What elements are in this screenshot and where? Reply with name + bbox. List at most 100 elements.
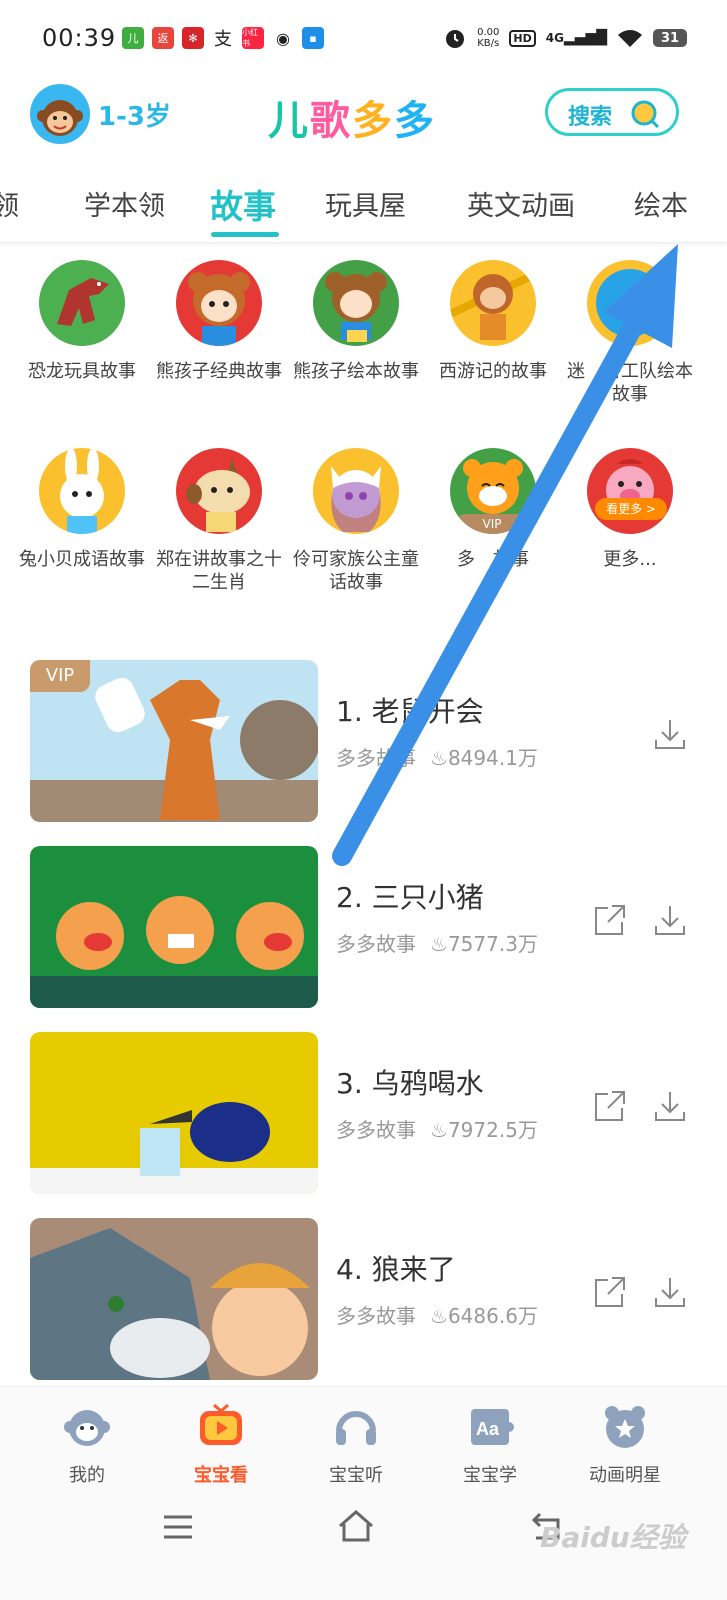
story-title[interactable]: 3. 乌鸦喝水 [336, 1062, 484, 1102]
category-rabbit-idiom-stories[interactable]: 兔小贝成语故事 [14, 448, 150, 571]
category-princess-fairy-tales[interactable]: 伶可家族公主童话故事 [288, 448, 424, 594]
story-source: 多多故事 [336, 1304, 416, 1328]
monkey-face-icon [64, 1410, 110, 1446]
bottom-navigation: 我的 宝宝看 宝宝听 Aa 宝宝学 动画明星 [0, 1386, 727, 1497]
download-icon[interactable] [652, 1088, 688, 1124]
category-bear-kids-picture-book[interactable]: 熊孩子绘本故事 [288, 260, 424, 383]
tab-english-animation[interactable]: 英文动画 [467, 184, 575, 223]
story-thumbnail[interactable] [30, 1032, 318, 1194]
system-icons: 0.00 KB/s HD 4G▂▄▆█ 31 [443, 26, 687, 50]
hd-icon: HD [509, 29, 536, 47]
headphones-icon [336, 1411, 376, 1445]
play-count: 6486.6万 [447, 1304, 538, 1328]
xiaohongshu-icon: 小红书 [242, 27, 264, 49]
list-item[interactable]: 3. 乌鸦喝水 多多故事 ♨7972.5万 [0, 1032, 727, 1194]
play-count: 7972.5万 [447, 1118, 538, 1142]
search-button[interactable]: 搜索 [545, 88, 679, 136]
story-source: 多多故事 [336, 1118, 416, 1142]
app-notification-icon: 儿 [122, 27, 144, 49]
category-agent-team-picture-book[interactable]: 迷 特工队绘本故事 [562, 260, 698, 406]
puzzle-icon: Aa [471, 1409, 514, 1445]
nav-baby-listen[interactable]: 宝宝听 [301, 1401, 411, 1487]
list-item[interactable]: 2. 三只小猪 多多故事 ♨7577.3万 [0, 846, 727, 1008]
app-header: 1-3岁 儿歌多多 搜索 [0, 78, 727, 158]
agent-character-icon [587, 260, 673, 346]
story-meta: 多多故事 ♨7972.5万 [336, 1114, 538, 1143]
tab-partial[interactable]: 领 [0, 184, 19, 223]
play-count-icon: ♨ [430, 932, 448, 956]
tab-stories[interactable]: 故事 [210, 180, 276, 228]
wifi-icon [618, 30, 642, 47]
download-icon[interactable] [652, 1274, 688, 1310]
play-count-icon: ♨ [430, 746, 448, 770]
list-item[interactable]: VIP 1. 老鼠开会 多多故事 ♨8494.1万 [0, 660, 727, 822]
signal-icon: 4G▂▄▆█ [545, 30, 607, 46]
category-dinosaur-toy-stories[interactable]: 恐龙玩具故事 [14, 260, 150, 383]
search-icon [631, 100, 660, 129]
share-icon[interactable] [592, 902, 628, 938]
category-journey-to-the-west[interactable]: 西游记的故事 [425, 260, 561, 383]
play-count: 8494.1万 [447, 746, 538, 770]
pig-icon: 看更多 > [587, 448, 673, 534]
category-duoduo-stories[interactable]: VIP 多 故事 [425, 448, 561, 571]
battery-icon: 31 [653, 29, 687, 47]
tab-toy-house[interactable]: 玩具屋 [325, 184, 406, 223]
category-more[interactable]: 看更多 > 更多... [562, 448, 698, 571]
story-title[interactable]: 2. 三只小猪 [336, 876, 484, 916]
age-range-selector[interactable]: 1-3岁 [98, 96, 171, 133]
play-count-icon: ♨ [430, 1304, 448, 1328]
play-count: 7577.3万 [447, 932, 538, 956]
tab-picture-books[interactable]: 绘本 [634, 184, 688, 223]
story-meta: 多多故事 ♨8494.1万 [336, 742, 538, 771]
home-icon[interactable] [336, 1508, 376, 1544]
category-tabs: 领 学本领 故事 玩具屋 英文动画 绘本 [0, 170, 727, 243]
app-notification-icon: 返 [152, 27, 174, 49]
story-source: 多多故事 [336, 746, 416, 770]
tv-play-icon [200, 1403, 242, 1445]
category-bear-kids-classic[interactable]: 熊孩子经典故事 [151, 260, 287, 383]
nav-baby-learn[interactable]: Aa 宝宝学 [435, 1401, 545, 1487]
net-speed: 0.00 KB/s [477, 27, 500, 49]
story-meta: 多多故事 ♨6486.6万 [336, 1300, 538, 1329]
rabbit-icon [39, 448, 125, 534]
share-icon[interactable] [592, 1274, 628, 1310]
nav-cartoon-stars[interactable]: 动画明星 [570, 1401, 680, 1487]
bear-kid-icon [176, 260, 262, 346]
download-icon[interactable] [652, 902, 688, 938]
status-bar: 00:39 儿 返 ✻ 支 小红书 ◉ ▪ 0.00 KB/s HD 4G▂▄▆█… [0, 0, 727, 78]
alarm-icon [446, 30, 465, 48]
nav-me[interactable]: 我的 [32, 1401, 142, 1487]
clock: 00:39 [42, 24, 117, 52]
dinosaur-icon [39, 260, 125, 346]
app-notification-icon: ◉ [272, 27, 294, 49]
category-zodiac-stories[interactable]: 郑在讲故事之十二生肖 [151, 448, 287, 594]
see-more-badge: 看更多 > [595, 498, 667, 520]
avatar[interactable] [30, 84, 90, 144]
app-logo: 儿歌多多 [268, 98, 436, 144]
share-icon[interactable] [592, 1088, 628, 1124]
notification-icons: 儿 返 ✻ 支 小红书 ◉ ▪ [122, 27, 324, 50]
bear-reading-icon [313, 260, 399, 346]
watermark: Baidu经验 [540, 1521, 686, 1554]
story-meta: 多多故事 ♨7577.3万 [336, 928, 538, 957]
list-item[interactable]: 4. 狼来了 多多故事 ♨6486.6万 [0, 1218, 727, 1380]
download-icon[interactable] [652, 716, 688, 752]
story-title[interactable]: 4. 狼来了 [336, 1248, 456, 1288]
bear-star-icon [605, 1406, 645, 1448]
story-thumbnail[interactable]: VIP [30, 660, 318, 822]
nav-baby-watch[interactable]: 宝宝看 [166, 1401, 276, 1487]
tab-learn-skills[interactable]: 学本领 [84, 184, 165, 223]
play-count-icon: ♨ [430, 1118, 448, 1142]
goat-icon [176, 448, 262, 534]
alipay-icon: 支 [212, 27, 234, 50]
menu-icon[interactable] [160, 1512, 196, 1542]
story-thumbnail[interactable] [30, 1218, 318, 1380]
app-notification-icon: ▪ [302, 27, 324, 49]
story-thumbnail[interactable] [30, 846, 318, 1008]
app-notification-icon: ✻ [182, 27, 204, 49]
vip-badge: VIP [456, 514, 528, 534]
story-title[interactable]: 1. 老鼠开会 [336, 690, 484, 730]
tiger-icon: VIP [450, 448, 536, 534]
cat-princess-icon [313, 448, 399, 534]
search-label: 搜索 [568, 105, 613, 130]
